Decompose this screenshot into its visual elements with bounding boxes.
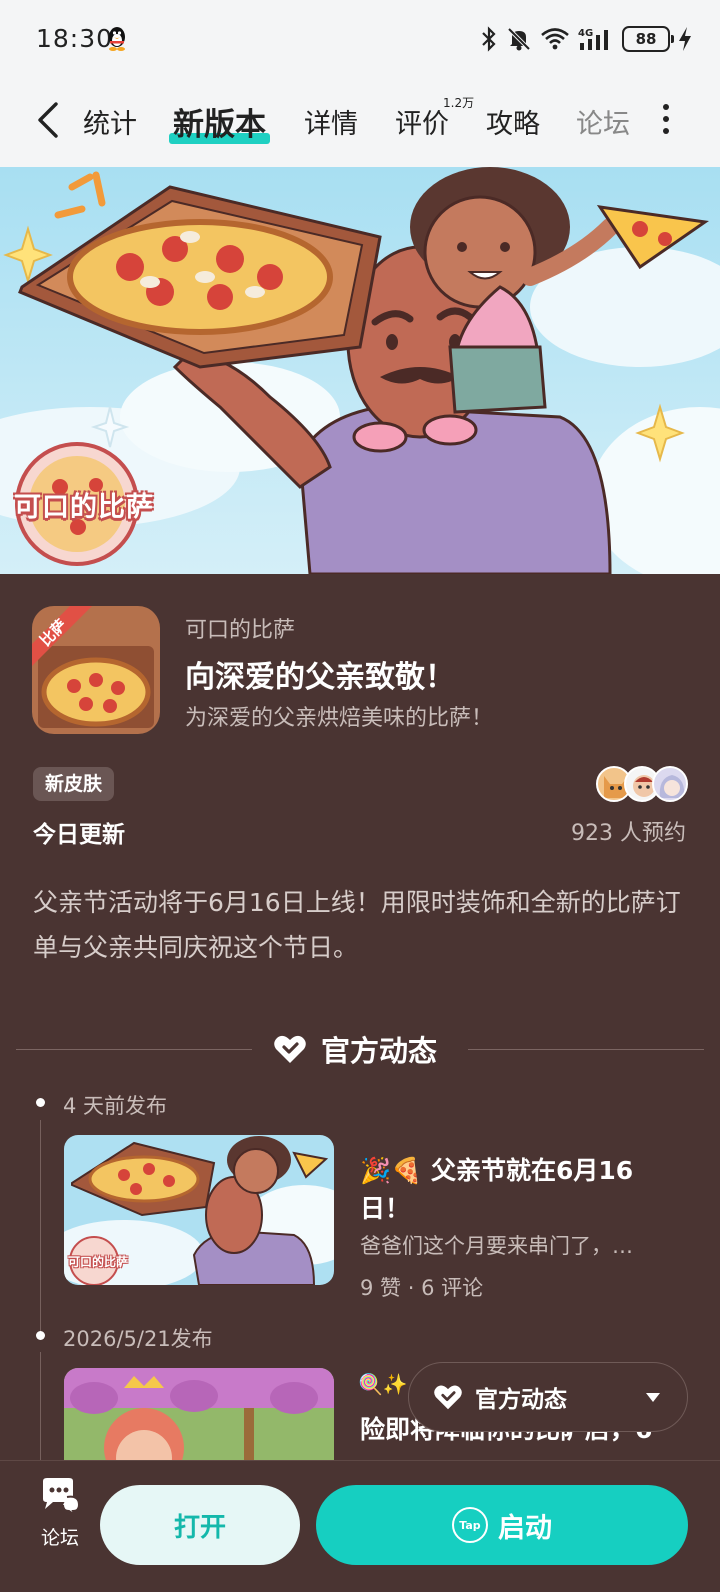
post2-emoji: 🍭✨ [358, 1372, 408, 1396]
signal-4g-icon: 4G [578, 28, 608, 50]
update-headline: 向深爱的父亲致敬！ [185, 660, 455, 695]
meta-separator: · [407, 1276, 422, 1300]
charging-bolt-icon [679, 27, 691, 51]
battery-indicator: 88 [622, 26, 674, 52]
mute-bell-icon [507, 27, 531, 51]
tab-details[interactable]: 详情 [304, 102, 358, 141]
official-news-title: 官方动态 [321, 1034, 438, 1068]
launch-button[interactable]: Tap 启动 [316, 1485, 688, 1565]
tag-new-skin[interactable]: 新皮肤 [33, 767, 115, 801]
official-news-header: 官方动态 [273, 1026, 437, 1072]
tab-reviews[interactable]: 评价 1.2万 [395, 96, 474, 141]
floating-label: 官方动态 [475, 1387, 567, 1413]
reserve-number: 923 [570, 821, 613, 846]
tap-logo-icon: Tap [452, 1507, 488, 1543]
floating-official-news-button[interactable]: 官方动态 [408, 1362, 688, 1432]
hero-logo-text: 可口的比萨 [14, 492, 154, 523]
timeline-dot [36, 1331, 45, 1340]
post-date: 2026/5/21发布 [63, 1327, 213, 1351]
heart-check-icon [274, 1035, 306, 1063]
timeline-dot [36, 1098, 45, 1107]
app-name: 可口的比萨 [185, 618, 296, 643]
open-button[interactable]: 打开 [100, 1485, 300, 1565]
reserver-avatars [596, 766, 688, 802]
hero-banner[interactable]: 可口的比萨 [0, 167, 720, 574]
reserve-label: 人预约 [619, 821, 686, 846]
divider-left [16, 1049, 252, 1050]
wifi-icon [541, 28, 569, 50]
post-title[interactable]: 🎉🍕 父亲节就在6月16日！ [360, 1152, 650, 1228]
forum-chat-icon [43, 1478, 81, 1518]
thumb-logo-text: 可口的比萨 [68, 1255, 129, 1269]
divider-right [468, 1049, 704, 1050]
timeline-line [40, 1120, 41, 1340]
update-description: 父亲节活动将于6月16日上线！用限时装饰和全新的比萨订单与父亲共同庆祝这个节日。 [33, 888, 681, 962]
launch-label: 启动 [498, 1512, 552, 1544]
status-bar: 18:30 4G 88 [0, 0, 720, 80]
reserve-count: 923 人预约 [571, 815, 686, 847]
post-likes: 9 赞 [360, 1276, 402, 1300]
tab-bar: 统计 新版本 详情 评价 1.2万 攻略 论坛 [0, 82, 720, 162]
tab-stats[interactable]: 统计 [83, 102, 137, 141]
qq-penguin-icon [109, 27, 125, 51]
tab-new-version[interactable]: 新版本 [169, 99, 270, 144]
status-time: 18:30 [36, 24, 114, 53]
bottom-action-bar: 论坛 打开 Tap 启动 [0, 1460, 720, 1592]
app-icon: 比萨 [32, 606, 160, 734]
update-subline: 为深爱的父亲烘焙美味的比萨！ [185, 706, 494, 731]
tab-forum[interactable]: 论坛 [576, 102, 630, 141]
forum-button[interactable]: 论坛 [34, 1477, 86, 1557]
battery-level: 88 [635, 30, 657, 48]
post-thumbnail[interactable]: 可口的比萨 [64, 1135, 334, 1285]
tab-guides[interactable]: 攻略 [486, 102, 540, 141]
heart-check-icon [434, 1385, 462, 1410]
back-arrow-icon[interactable] [34, 100, 64, 140]
status-icons: 4G 88 [480, 22, 692, 56]
avatar [652, 766, 688, 802]
reviews-count-badge: 1.2万 [443, 96, 475, 110]
post-comments: 6 评论 [421, 1276, 484, 1300]
timeline-line [40, 1352, 41, 1472]
top-header: 18:30 4G 88 统计 新版本 详情 评价 1.2万 攻略 论坛 [0, 0, 720, 167]
bluetooth-icon [482, 26, 496, 52]
post-excerpt: 爸爸们这个月要来串门了，… [360, 1234, 633, 1258]
post-date: 4 天前发布 [63, 1094, 168, 1118]
more-options-icon[interactable] [662, 104, 670, 134]
forum-label: 论坛 [40, 1527, 79, 1549]
svg-text:4G: 4G [578, 28, 593, 39]
tab-reviews-label: 评价 [395, 109, 449, 140]
update-status: 今日更新 [33, 822, 125, 848]
caret-down-icon [646, 1393, 660, 1402]
post-meta: 9 赞 · 6 评论 [360, 1272, 483, 1302]
